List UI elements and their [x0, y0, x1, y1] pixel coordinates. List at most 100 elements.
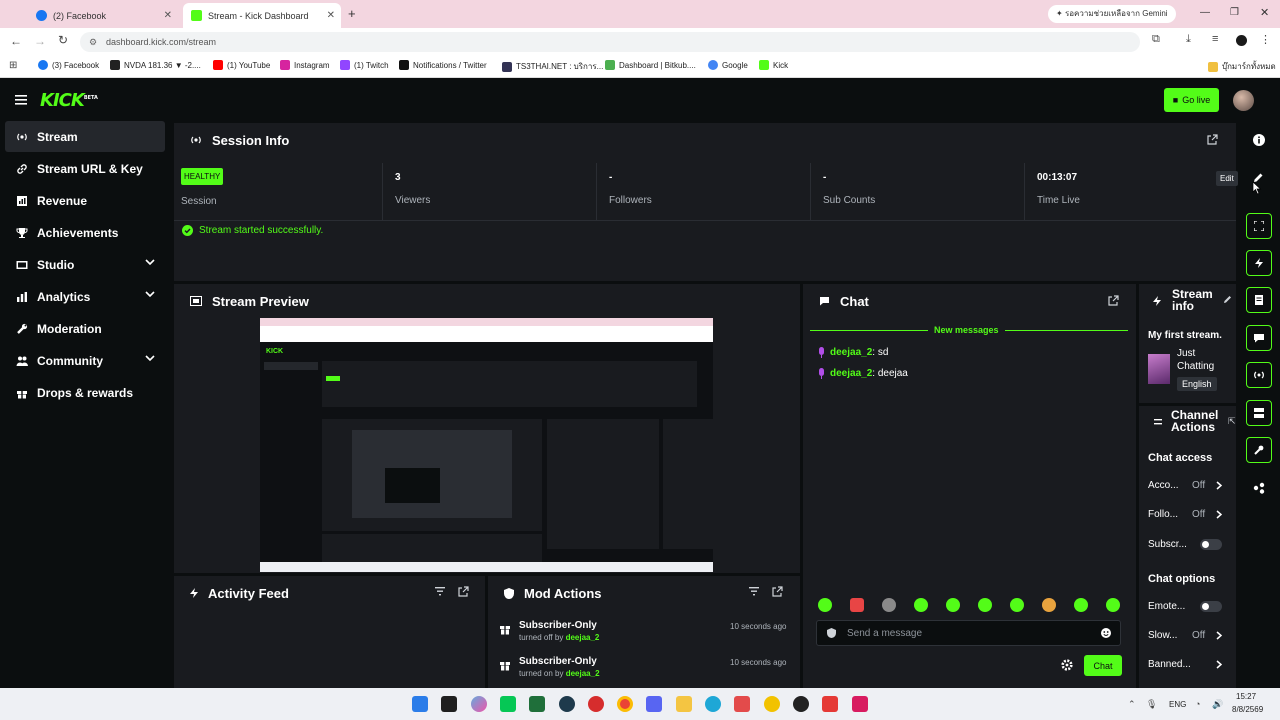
chrome-icon[interactable]: [617, 696, 633, 712]
spreadsheet-icon[interactable]: [529, 696, 545, 712]
emote-icon[interactable]: [818, 598, 832, 612]
info-icon[interactable]: [1253, 134, 1265, 146]
app-pink-icon[interactable]: [852, 696, 868, 712]
input-language[interactable]: ENG: [1169, 700, 1186, 709]
category-thumbnail[interactable]: [1148, 354, 1170, 384]
chevron-down-icon[interactable]: [145, 259, 155, 266]
new-tab-button[interactable]: +: [348, 6, 356, 21]
popout-icon[interactable]: [1108, 295, 1119, 306]
emotes-only-toggle[interactable]: [1200, 601, 1222, 612]
volume-icon[interactable]: 🔊: [1212, 699, 1223, 710]
setting-row-banned[interactable]: Banned...: [1148, 659, 1230, 673]
sidebar-item-stream[interactable]: Stream: [5, 121, 165, 152]
steam-icon[interactable]: [559, 696, 575, 712]
microphone-icon[interactable]: 🎙: [1146, 699, 1157, 710]
back-icon[interactable]: ←: [10, 34, 22, 48]
sidebar-item-revenue[interactable]: Revenue: [5, 185, 165, 216]
windows-start-icon[interactable]: [412, 696, 428, 712]
popout-icon[interactable]: [772, 586, 783, 597]
discord-icon[interactable]: [646, 696, 662, 712]
more-icon[interactable]: ⋮: [1260, 33, 1271, 46]
hamburger-menu-icon[interactable]: [15, 95, 27, 105]
emote-icon[interactable]: [1010, 598, 1024, 612]
apps-icon[interactable]: ⊞: [9, 60, 17, 71]
sidebar-item-community[interactable]: Community: [5, 345, 165, 376]
sidebar-item-analytics[interactable]: Analytics: [5, 281, 165, 312]
tab-facebook[interactable]: (2) Facebook ✕: [28, 3, 178, 28]
edit-pencil-icon[interactable]: [1223, 295, 1232, 304]
rail-broadcast-icon[interactable]: [1246, 362, 1272, 388]
app-red2-icon[interactable]: [822, 696, 838, 712]
popout-icon[interactable]: ⇱: [1228, 416, 1236, 427]
category-name-line2[interactable]: Chatting: [1177, 361, 1214, 372]
task-view-icon[interactable]: [441, 696, 457, 712]
rail-connections-icon[interactable]: [1253, 482, 1265, 494]
chat-username[interactable]: deejaa_2: [830, 368, 872, 379]
app-yellow-icon[interactable]: [764, 696, 780, 712]
rail-list-icon[interactable]: [1246, 400, 1272, 426]
rail-screen-icon[interactable]: [1246, 213, 1272, 239]
forward-icon[interactable]: →: [34, 34, 46, 48]
app-icon[interactable]: [734, 696, 750, 712]
chevron-down-icon[interactable]: [145, 291, 155, 298]
window-close-button[interactable]: ✕: [1260, 6, 1269, 19]
bookmark-bitkub[interactable]: Dashboard | Bitkub....: [605, 60, 696, 70]
edge-icon[interactable]: [705, 696, 721, 712]
clock-date[interactable]: 8/8/2569: [1232, 705, 1263, 714]
bookmark-facebook[interactable]: (3) Facebook: [38, 60, 99, 70]
rail-chat-icon[interactable]: [1246, 325, 1272, 351]
maximize-button[interactable]: ❐: [1230, 7, 1239, 18]
sidebar-item-drops-rewards[interactable]: Drops & rewards: [5, 377, 165, 408]
emote-icon[interactable]: [1042, 598, 1056, 612]
sidebar-item-studio[interactable]: Studio: [5, 249, 165, 280]
copilot-icon[interactable]: [471, 696, 487, 712]
emote-icon[interactable]: [1074, 598, 1088, 612]
popout-icon[interactable]: [1207, 134, 1218, 145]
setting-row-followers[interactable]: Follo... Off: [1148, 509, 1230, 523]
extensions-icon[interactable]: ⧉: [1152, 33, 1160, 46]
sidebar-item-moderation[interactable]: Moderation: [5, 313, 165, 344]
subscribers-only-toggle[interactable]: [1200, 539, 1222, 550]
emote-icon[interactable]: [1106, 598, 1120, 612]
minimize-button[interactable]: —: [1200, 7, 1210, 18]
chat-username[interactable]: deejaa_2: [830, 347, 872, 358]
close-icon[interactable]: ✕: [327, 10, 335, 21]
go-live-button[interactable]: ■ Go live: [1164, 88, 1219, 112]
site-info-icon[interactable]: ⚙: [89, 32, 97, 52]
sidebar-item-achievements[interactable]: Achievements: [5, 217, 165, 248]
rail-wrench-icon[interactable]: [1246, 437, 1272, 463]
rail-lightning-icon[interactable]: [1246, 250, 1272, 276]
mod-action-user[interactable]: deejaa_2: [566, 633, 600, 642]
all-bookmarks[interactable]: บุ๊กมาร์กทั้งหมด: [1208, 60, 1276, 73]
popout-icon[interactable]: [458, 586, 469, 597]
stream-preview-video[interactable]: KICK: [260, 318, 713, 572]
rail-document-icon[interactable]: [1246, 287, 1272, 313]
bookmark-twitch[interactable]: (1) Twitch: [340, 60, 389, 70]
bookmark-nvda[interactable]: NVDA 181.36 ▼ -2....: [110, 60, 201, 70]
emote-icon[interactable]: [978, 598, 992, 612]
mod-action-user[interactable]: deejaa_2: [566, 669, 600, 678]
bookmark-kick[interactable]: Kick: [759, 60, 788, 70]
menu-list-icon[interactable]: ≡: [1212, 33, 1218, 45]
line-icon[interactable]: [500, 696, 516, 712]
reload-icon[interactable]: ↻: [58, 33, 68, 47]
emote-icon[interactable]: [850, 598, 864, 612]
tray-chevron-icon[interactable]: ⌃: [1128, 699, 1136, 710]
chat-input[interactable]: Send a message: [816, 620, 1121, 646]
clock-time[interactable]: 15:27: [1236, 692, 1256, 701]
address-bar[interactable]: ⚙ dashboard.kick.com/stream: [80, 32, 1140, 52]
setting-row-account-age[interactable]: Acco... Off: [1148, 480, 1230, 494]
emote-icon[interactable]: [882, 598, 896, 612]
emote-icon[interactable]: [914, 598, 928, 612]
tab-kick-dashboard[interactable]: Stream - Kick Dashboard ✕: [183, 3, 341, 28]
bookmark-twitter[interactable]: Notifications / Twitter: [399, 60, 487, 70]
settings-gear-icon[interactable]: [1061, 659, 1073, 671]
file-explorer-icon[interactable]: [676, 696, 692, 712]
setting-row-slow-mode[interactable]: Slow... Off: [1148, 630, 1230, 644]
obs-icon[interactable]: [793, 696, 809, 712]
download-icon[interactable]: ⤓: [1186, 33, 1191, 46]
chevron-down-icon[interactable]: [145, 355, 155, 362]
filter-icon[interactable]: [749, 587, 759, 596]
kick-logo[interactable]: KICKBETA: [40, 90, 98, 111]
bookmark-youtube[interactable]: (1) YouTube: [213, 60, 270, 70]
